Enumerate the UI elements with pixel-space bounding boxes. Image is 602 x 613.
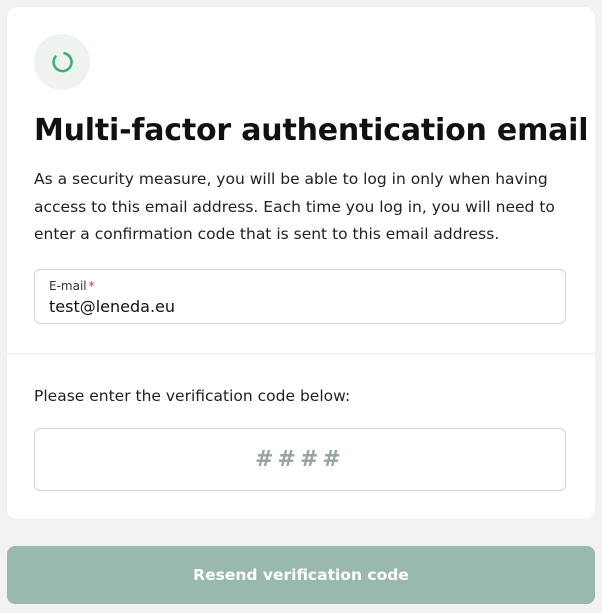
mfa-email-card: Multi-factor authentication email As a s… [7, 7, 595, 519]
email-field-label: E-mail * [49, 279, 95, 294]
resend-verification-button[interactable]: Resend verification code [7, 546, 595, 604]
spinner-icon [52, 52, 73, 73]
verification-code-input[interactable] [34, 428, 566, 491]
section-divider [7, 353, 595, 354]
email-field[interactable]: E-mail * test@leneda.eu [34, 269, 566, 324]
icon-badge [34, 34, 90, 90]
page-title: Multi-factor authentication email [34, 113, 589, 148]
email-value: test@leneda.eu [49, 297, 176, 316]
verification-prompt: Please enter the verification code below… [34, 387, 351, 405]
email-label-text: E-mail [49, 279, 87, 293]
required-indicator: * [88, 279, 95, 293]
security-description: As a security measure, you will be able … [34, 170, 555, 243]
